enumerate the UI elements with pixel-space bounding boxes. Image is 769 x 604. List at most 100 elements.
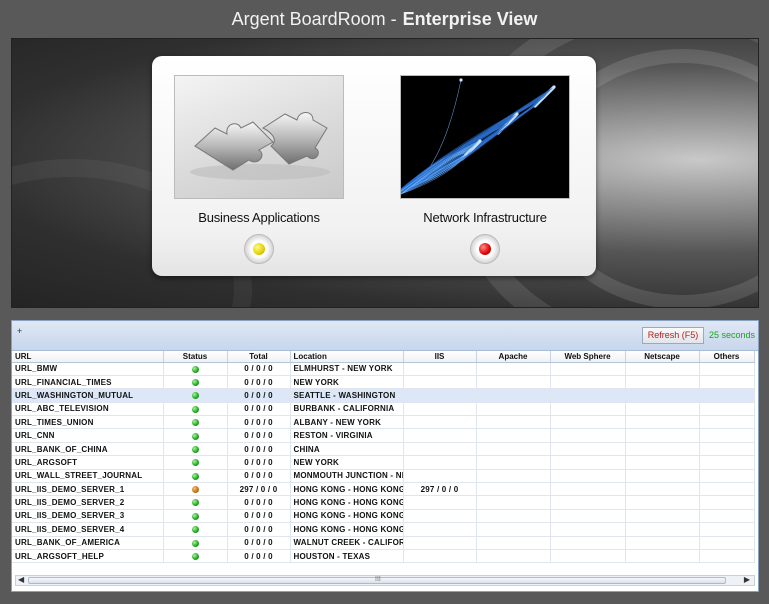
horizontal-scrollbar[interactable]: ◀ III ▶	[15, 575, 755, 586]
netscape-cell	[625, 495, 700, 510]
url-cell: URL_FINANCIAL_TIMES	[12, 375, 164, 390]
netscape-cell	[625, 415, 700, 430]
apache-cell	[476, 509, 551, 524]
apache-cell	[476, 428, 551, 443]
red-status-icon	[479, 243, 491, 255]
total-cell: 0 / 0 / 0	[227, 415, 291, 430]
tile-label: Business Applications	[198, 210, 320, 225]
netscape-cell	[625, 482, 700, 497]
apache-cell	[476, 388, 551, 403]
apache-cell	[476, 549, 551, 564]
websphere-cell	[550, 402, 626, 417]
fiber-tip	[478, 139, 482, 143]
business-applications-tile[interactable]: Business Applications	[174, 75, 344, 264]
websphere-cell	[550, 482, 626, 497]
location-cell: WALNUT CREEK - CALIFORI	[290, 536, 404, 550]
location-cell: ALBANY - NEW YORK	[290, 415, 404, 430]
location-cell: HONG KONG - HONG KONG	[290, 495, 404, 510]
table-row[interactable]: URL_ABC_TELEVISION 0 / 0 / 0 BURBANK - CAL…	[12, 402, 755, 417]
others-cell	[699, 455, 755, 470]
column-header[interactable]: Status	[163, 351, 228, 363]
apache-cell	[476, 522, 551, 537]
green-status-icon	[191, 512, 199, 520]
url-cell: URL_IIS_DEMO_SERVER_2	[12, 495, 164, 510]
table-row[interactable]: URL_WALL_STREET_JOURNAL 0 / 0 / 0 MONMOUTH…	[12, 469, 755, 484]
websphere-cell	[550, 495, 626, 510]
triangle-right-icon[interactable]: ▶	[744, 575, 750, 584]
column-header[interactable]: IIS	[403, 351, 477, 363]
netscape-cell	[625, 536, 700, 550]
table-row[interactable]: URL_TIMES_UNION 0 / 0 / 0 ALBANY - NEW YOR…	[12, 415, 755, 430]
green-status-icon	[191, 405, 199, 413]
apache-cell	[476, 536, 551, 550]
expand-icon[interactable]: +	[17, 326, 22, 336]
table-row[interactable]: URL_ARGSOFT_HELP 0 / 0 / 0 HOUSTON - TEXAS	[12, 549, 755, 564]
total-cell: 0 / 0 / 0	[227, 442, 291, 457]
netscape-cell	[625, 375, 700, 390]
others-cell	[699, 375, 755, 390]
table-row[interactable]: URL_IIS_DEMO_SERVER_2 0 / 0 / 0 HONG KONG …	[12, 495, 755, 510]
iis-cell	[403, 469, 477, 484]
table-row[interactable]: URL_CNN 0 / 0 / 0 RESTON - VIRGINIA	[12, 428, 755, 443]
apache-cell	[476, 362, 551, 376]
url-cell: URL_BMW	[12, 362, 164, 376]
grid-toolbar: + Refresh (F5) 25 seconds	[12, 321, 758, 351]
url-cell: URL_BANK_OF_CHINA	[12, 442, 164, 457]
table-row[interactable]: URL_IIS_DEMO_SERVER_1 297 / 0 / 0 HONG KON…	[12, 482, 755, 497]
column-header[interactable]: Location	[290, 351, 404, 363]
column-header[interactable]: Others	[699, 351, 755, 363]
table-row[interactable]: URL_WASHINGTON_MUTUAL 0 / 0 / 0 SEATTLE - …	[12, 388, 755, 403]
url-cell: URL_CNN	[12, 428, 164, 443]
title-regular: Argent BoardRoom -	[231, 8, 397, 29]
category-panel: Business Applications Network Infrastruc…	[152, 56, 596, 276]
netscape-cell	[625, 442, 700, 457]
websphere-cell	[550, 442, 626, 457]
table-row[interactable]: URL_BANK_OF_AMERICA 0 / 0 / 0 WALNUT CREEK…	[12, 536, 755, 550]
triangle-left-icon[interactable]: ◀	[18, 575, 24, 584]
table-row[interactable]: URL_BMW 0 / 0 / 0 ELMHURST - NEW YORK	[12, 362, 755, 376]
total-cell: 297 / 0 / 0	[227, 482, 291, 497]
title-bold: Enterprise View	[402, 8, 538, 29]
apache-cell	[476, 442, 551, 457]
status-cell	[163, 388, 228, 403]
yellow-status-icon	[253, 243, 265, 255]
table-row[interactable]: URL_BANK_OF_CHINA 0 / 0 / 0 CHINA	[12, 442, 755, 457]
table-row[interactable]: URL_IIS_DEMO_SERVER_4 0 / 0 / 0 HONG KONG …	[12, 522, 755, 537]
url-cell: URL_IIS_DEMO_SERVER_1	[12, 482, 164, 497]
column-header[interactable]: Web Sphere	[550, 351, 626, 363]
table-row[interactable]: URL_ARGSOFT 0 / 0 / 0 NEW YORK	[12, 455, 755, 470]
column-header[interactable]: Total	[227, 351, 291, 363]
table-row[interactable]: URL_IIS_DEMO_SERVER_3 0 / 0 / 0 HONG KONG …	[12, 509, 755, 524]
url-cell: URL_IIS_DEMO_SERVER_3	[12, 509, 164, 524]
table-row[interactable]: URL_FINANCIAL_TIMES 0 / 0 / 0 NEW YORK	[12, 375, 755, 390]
fiber-tip	[552, 85, 556, 89]
fiber-tip	[459, 78, 463, 82]
column-header[interactable]: URL	[12, 351, 164, 363]
iis-cell	[403, 455, 477, 470]
location-cell: RESTON - VIRGINIA	[290, 428, 404, 443]
websphere-cell	[550, 469, 626, 484]
column-header[interactable]: Netscape	[625, 351, 700, 363]
refresh-button[interactable]: Refresh (F5)	[642, 327, 704, 344]
url-cell: URL_ARGSOFT	[12, 455, 164, 470]
location-cell: NEW YORK	[290, 375, 404, 390]
apache-cell	[476, 375, 551, 390]
apache-cell	[476, 415, 551, 430]
websphere-cell	[550, 455, 626, 470]
location-cell: SEATTLE - WASHINGTON	[290, 388, 404, 403]
column-header[interactable]: Apache	[476, 351, 551, 363]
green-status-icon	[191, 472, 199, 480]
status-cell	[163, 442, 228, 457]
iis-cell	[403, 402, 477, 417]
url-monitor-grid: + Refresh (F5) 25 seconds URL Status Total…	[11, 320, 759, 592]
location-cell: MONMOUTH JUNCTION - NI	[290, 469, 404, 484]
total-cell: 0 / 0 / 0	[227, 536, 291, 550]
green-status-icon	[191, 499, 199, 507]
total-cell: 0 / 0 / 0	[227, 455, 291, 470]
total-cell: 0 / 0 / 0	[227, 522, 291, 537]
others-cell	[699, 362, 755, 376]
network-infrastructure-tile[interactable]: Network Infrastructure	[400, 75, 570, 264]
scrollbar-thumb[interactable]: III	[28, 576, 726, 584]
websphere-cell	[550, 388, 626, 403]
total-cell: 0 / 0 / 0	[227, 428, 291, 443]
